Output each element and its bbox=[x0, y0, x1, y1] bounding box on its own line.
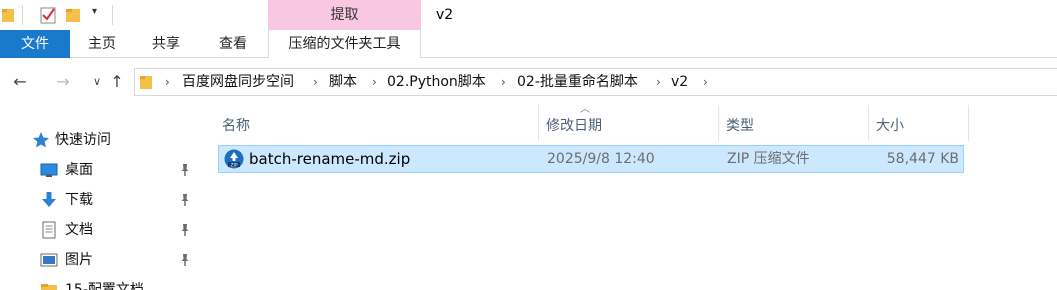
toolbar-separator bbox=[112, 5, 113, 25]
nav-item-pictures[interactable]: 图片 bbox=[0, 247, 200, 273]
pin-icon[interactable] bbox=[178, 223, 192, 237]
tab-share[interactable]: 共享 bbox=[134, 30, 198, 58]
pin-icon[interactable] bbox=[178, 163, 192, 177]
nav-label: 15-配置文档 bbox=[65, 282, 144, 290]
file-type: ZIP 压缩文件 bbox=[727, 151, 810, 167]
desktop-icon bbox=[40, 163, 58, 177]
tab-file[interactable]: 文件 bbox=[0, 30, 70, 58]
nav-label: 图片 bbox=[65, 252, 93, 268]
folder-icon bbox=[140, 76, 152, 89]
pictures-icon bbox=[40, 253, 58, 267]
tab-compressed-folder-tools[interactable]: 压缩的文件夹工具 bbox=[268, 30, 421, 58]
file-size: 58,447 KB bbox=[886, 151, 959, 167]
column-headers: ︿ 名称 修改日期 类型 大小 bbox=[210, 100, 1057, 141]
file-date: 2025/9/8 12:40 bbox=[547, 151, 655, 167]
title-bar: ▾ 提取 v2 bbox=[0, 0, 1057, 30]
download-icon bbox=[42, 192, 56, 207]
breadcrumb-item[interactable]: v2 bbox=[671, 69, 688, 95]
column-header-size[interactable]: 大小 bbox=[869, 105, 969, 141]
column-header-name[interactable]: 名称 bbox=[215, 105, 539, 141]
column-header-date[interactable]: 修改日期 bbox=[539, 105, 719, 141]
folder-icon[interactable] bbox=[2, 6, 14, 24]
breadcrumb-chevron-icon[interactable]: › bbox=[501, 69, 506, 95]
address-bar[interactable]: › 百度网盘同步空间 › 脚本 › 02.Python脚本 › 02-批量重命名… bbox=[134, 68, 1057, 96]
nav-quick-access[interactable]: 快速访问 bbox=[0, 127, 200, 153]
window-title: v2 bbox=[436, 7, 454, 23]
toolbar-separator bbox=[22, 5, 23, 25]
nav-label: 下载 bbox=[65, 192, 93, 208]
folder-icon bbox=[41, 284, 57, 290]
nav-item-config-docs[interactable]: 15-配置文档 bbox=[0, 277, 200, 290]
breadcrumb-chevron-icon[interactable]: › bbox=[372, 69, 377, 95]
breadcrumb-chevron-icon[interactable]: › bbox=[656, 69, 661, 95]
breadcrumb-item[interactable]: 02.Python脚本 bbox=[387, 69, 486, 95]
document-icon bbox=[42, 221, 56, 239]
tab-home[interactable]: 主页 bbox=[70, 30, 134, 58]
zip-file-icon: ZIP bbox=[224, 149, 244, 169]
customize-quick-access-icon[interactable]: ▾ bbox=[92, 6, 97, 17]
svg-text:ZIP: ZIP bbox=[230, 162, 237, 168]
breadcrumb-chevron-icon[interactable]: › bbox=[165, 69, 170, 95]
nav-label: 快速访问 bbox=[55, 132, 111, 148]
breadcrumb-chevron-icon[interactable]: › bbox=[703, 69, 708, 95]
breadcrumb-item[interactable]: 百度网盘同步空间 bbox=[182, 69, 294, 95]
up-arrow-icon[interactable]: ↑ bbox=[105, 70, 129, 94]
context-tab-extract[interactable]: 提取 bbox=[268, 0, 421, 30]
nav-item-downloads[interactable]: 下载 bbox=[0, 187, 200, 213]
file-name[interactable]: batch-rename-md.zip bbox=[249, 146, 410, 172]
column-header-type[interactable]: 类型 bbox=[719, 105, 869, 141]
properties-icon[interactable] bbox=[40, 6, 56, 24]
new-folder-icon[interactable] bbox=[66, 6, 80, 24]
nav-item-desktop[interactable]: 桌面 bbox=[0, 157, 200, 183]
tab-view[interactable]: 查看 bbox=[198, 30, 268, 58]
navigation-pane: 快速访问 桌面 下载 文档 图片 15-配置文档 bbox=[0, 100, 210, 290]
breadcrumb-item[interactable]: 02-批量重命名脚本 bbox=[517, 69, 638, 95]
nav-item-documents[interactable]: 文档 bbox=[0, 217, 200, 243]
navigation-bar: ← → ∨ ↑ › 百度网盘同步空间 › 脚本 › 02.Python脚本 › … bbox=[0, 66, 1057, 98]
forward-arrow-icon[interactable]: → bbox=[51, 70, 75, 94]
breadcrumb-item[interactable]: 脚本 bbox=[329, 69, 357, 95]
star-icon bbox=[33, 132, 49, 148]
ribbon-tabs: 文件 主页 共享 查看 压缩的文件夹工具 bbox=[0, 30, 1057, 58]
file-row[interactable]: ZIP batch-rename-md.zip 2025/9/8 12:40 Z… bbox=[218, 145, 964, 173]
breadcrumb-chevron-icon[interactable]: › bbox=[313, 69, 318, 95]
pin-icon[interactable] bbox=[178, 253, 192, 267]
nav-label: 桌面 bbox=[65, 162, 93, 178]
nav-label: 文档 bbox=[65, 222, 93, 238]
pin-icon[interactable] bbox=[178, 193, 192, 207]
back-arrow-icon[interactable]: ← bbox=[8, 70, 32, 94]
